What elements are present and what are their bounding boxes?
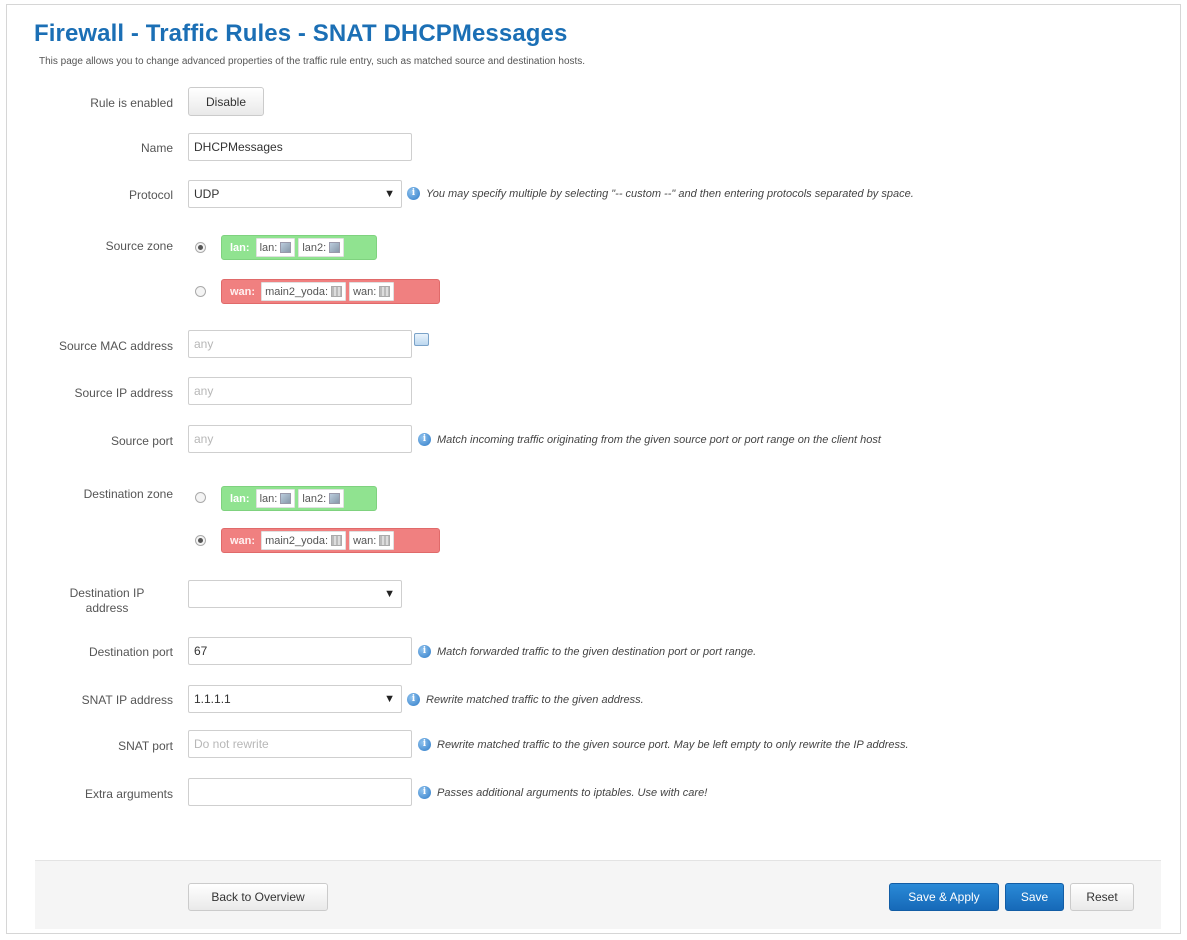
destination-ip-select[interactable]: ▼	[188, 580, 402, 608]
name-label: Name	[140, 141, 173, 155]
extra-arguments-help-text: Passes additional arguments to iptables.…	[437, 786, 708, 799]
source-zone-wan[interactable]: wan: main2_yoda: wan:	[221, 279, 440, 304]
iface-wan: wan:	[349, 282, 395, 301]
protocol-select[interactable]: UDP ▼	[188, 180, 402, 208]
source-port-help-text: Match incoming traffic originating from …	[437, 433, 881, 446]
destination-zone-label: Destination zone	[83, 487, 173, 501]
snat-ip-select[interactable]: 1.1.1.1 ▼	[188, 685, 402, 713]
iface-lan: lan:	[255, 238, 296, 257]
interface-icon	[329, 242, 341, 253]
form-footer: Back to Overview Save & Apply Save Reset	[35, 860, 1161, 929]
iface-main2-yoda: main2_yoda:	[261, 282, 347, 301]
info-icon: i	[418, 433, 431, 446]
source-mac-input[interactable]	[188, 330, 412, 358]
zone-name-wan: wan:	[230, 285, 256, 298]
interface-icon	[280, 493, 292, 504]
iface-lan: lan:	[255, 489, 296, 508]
info-icon: i	[418, 738, 431, 751]
protocol-value: UDP	[194, 187, 220, 201]
destination-port-input[interactable]	[188, 637, 412, 665]
save-button[interactable]: Save	[1005, 883, 1064, 911]
snat-port-input[interactable]	[188, 730, 412, 758]
snat-ip-help-text: Rewrite matched traffic to the given add…	[426, 693, 644, 706]
destination-port-label: Destination port	[88, 645, 173, 659]
iface-main2-yoda: main2_yoda:	[261, 531, 347, 550]
page-title: Firewall - Traffic Rules - SNAT DHCPMess…	[34, 20, 568, 47]
back-to-overview-button[interactable]: Back to Overview	[188, 883, 328, 911]
page-description: This page allows you to change advanced …	[39, 56, 586, 67]
protocol-help-text: You may specify multiple by selecting "-…	[426, 187, 914, 200]
info-icon: i	[407, 187, 420, 200]
source-port-input[interactable]	[188, 425, 412, 453]
source-zone-radio-wan[interactable]	[195, 286, 206, 297]
source-port-help: i Match incoming traffic originating fro…	[418, 433, 881, 446]
destination-zone-radio-wan[interactable]	[195, 535, 206, 546]
snat-ip-help: i Rewrite matched traffic to the given a…	[407, 693, 644, 706]
rule-enabled-label: Rule is enabled	[90, 96, 173, 110]
destination-zone-lan[interactable]: lan: lan: lan2:	[221, 486, 377, 511]
source-zone-label: Source zone	[105, 239, 173, 253]
info-icon: i	[418, 786, 431, 799]
save-apply-button[interactable]: Save & Apply	[889, 883, 999, 911]
extra-arguments-label: Extra arguments	[84, 787, 173, 801]
source-ip-input[interactable]	[188, 377, 412, 405]
protocol-help: i You may specify multiple by selecting …	[407, 187, 914, 200]
dropdown-caret-icon: ▼	[384, 693, 395, 705]
dropdown-caret-icon: ▼	[384, 588, 395, 600]
snat-port-help: i Rewrite matched traffic to the given s…	[418, 738, 909, 751]
extra-arguments-input[interactable]	[188, 778, 412, 806]
iface-lan2: lan2:	[298, 238, 345, 257]
destination-zone-radio-lan[interactable]	[195, 492, 206, 503]
dropdown-caret-icon: ▼	[384, 188, 395, 200]
interface-icon	[379, 535, 391, 546]
destination-port-help: i Match forwarded traffic to the given d…	[418, 645, 756, 658]
interface-icon	[280, 242, 292, 253]
interface-icon	[329, 493, 341, 504]
snat-ip-label: SNAT IP address	[81, 693, 173, 707]
mac-list-icon[interactable]	[414, 333, 429, 346]
extra-arguments-help: i Passes additional arguments to iptable…	[418, 786, 707, 799]
snat-port-label: SNAT port	[118, 739, 173, 753]
zone-name-lan: lan:	[230, 241, 250, 254]
row-protocol: Protocol UDP ▼ i You may specify multipl…	[7, 180, 1182, 208]
source-port-label: Source port	[110, 434, 173, 448]
protocol-label: Protocol	[128, 188, 173, 202]
zone-name-lan: lan:	[230, 492, 250, 505]
interface-icon	[331, 535, 343, 546]
destination-port-help-text: Match forwarded traffic to the given des…	[437, 645, 757, 658]
destination-zone-wan[interactable]: wan: main2_yoda: wan:	[221, 528, 440, 553]
source-zone-radio-lan[interactable]	[195, 242, 206, 253]
interface-icon	[331, 286, 343, 297]
name-input[interactable]	[188, 133, 412, 161]
destination-ip-label: Destination IP address	[69, 586, 145, 615]
disable-button[interactable]: Disable	[188, 87, 264, 116]
source-ip-label: Source IP address	[74, 386, 173, 400]
zone-name-wan: wan:	[230, 534, 256, 547]
reset-button[interactable]: Reset	[1070, 883, 1134, 911]
snat-port-help-text: Rewrite matched traffic to the given sou…	[437, 738, 909, 751]
source-mac-label: Source MAC address	[58, 339, 173, 353]
row-snat-ip: SNAT IP address 1.1.1.1 ▼ i Rewrite matc…	[7, 685, 1182, 713]
row-destination-ip: Destination IP address ▼	[7, 580, 1182, 615]
info-icon: i	[407, 693, 420, 706]
page-frame: Firewall - Traffic Rules - SNAT DHCPMess…	[6, 4, 1181, 934]
iface-lan2: lan2:	[298, 489, 345, 508]
interface-icon	[379, 286, 391, 297]
iface-wan: wan:	[349, 531, 395, 550]
info-icon: i	[418, 645, 431, 658]
source-zone-lan[interactable]: lan: lan: lan2:	[221, 235, 377, 260]
snat-ip-value: 1.1.1.1	[194, 692, 231, 706]
